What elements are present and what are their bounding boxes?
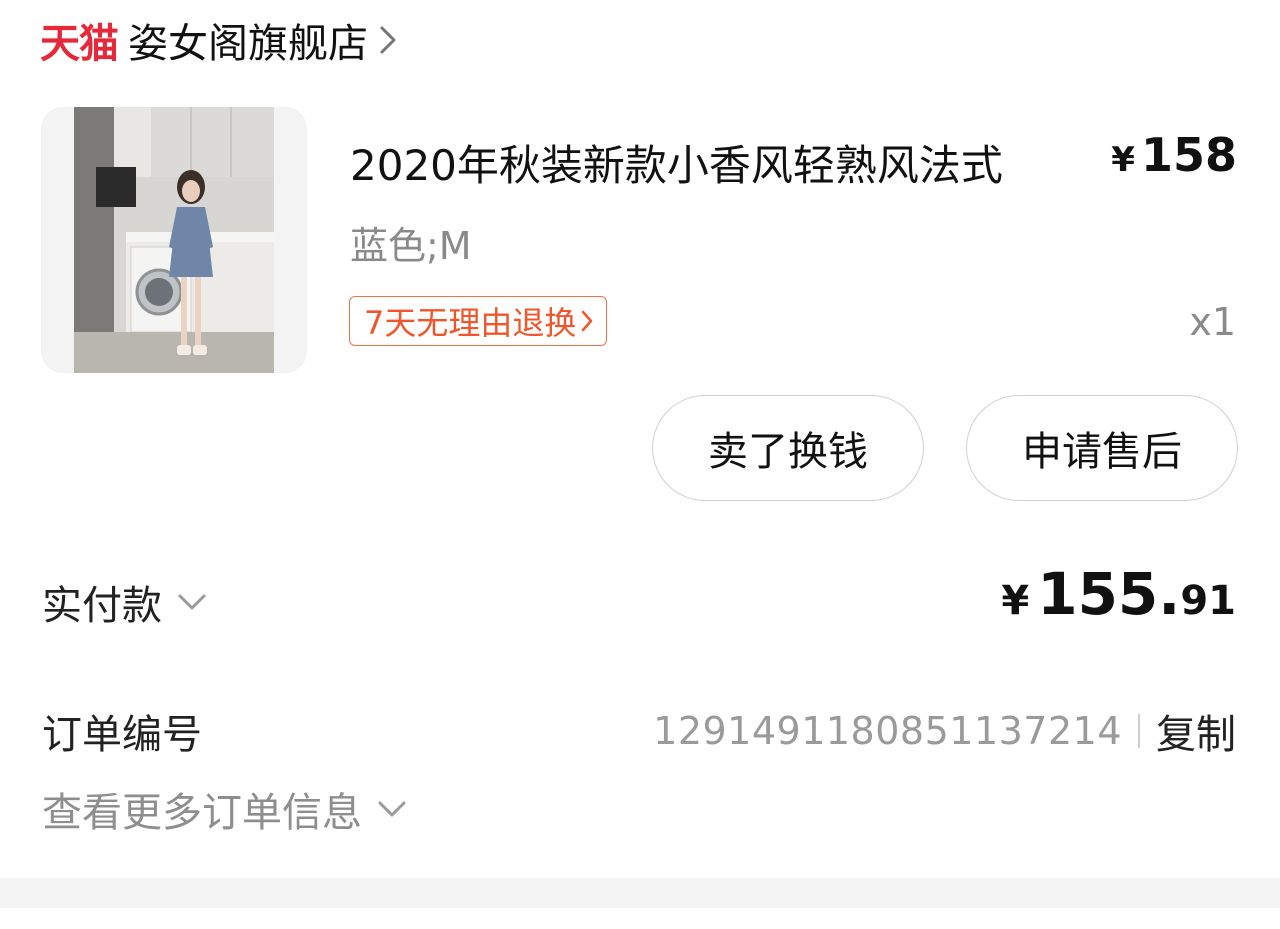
return-policy-tag[interactable]: 7天无理由退换	[349, 296, 608, 346]
paid-amount-toggle[interactable]: 实付款	[42, 573, 210, 631]
chevron-down-icon	[176, 587, 210, 617]
more-order-info-label: 查看更多订单信息	[42, 790, 362, 836]
section-separator	[0, 878, 1280, 908]
store-header[interactable]: 天猫 姿女阁旗舰店	[40, 10, 408, 70]
store-name[interactable]: 姿女阁旗舰店	[128, 11, 368, 69]
order-number: 1291491180851137214	[653, 709, 1122, 753]
tmall-logo: 天猫	[40, 21, 119, 67]
product-quantity: x1	[1189, 300, 1236, 344]
chevron-right-icon	[580, 309, 594, 333]
more-order-info-toggle[interactable]: 查看更多订单信息	[42, 780, 410, 838]
paid-currency: ¥	[1001, 578, 1030, 624]
copy-button[interactable]: 复制	[1156, 702, 1236, 760]
chevron-right-icon[interactable]	[378, 25, 408, 55]
sell-button[interactable]: 卖了换钱	[652, 395, 924, 501]
divider	[1138, 714, 1140, 748]
product-image[interactable]	[41, 107, 307, 373]
paid-label: 实付款	[42, 583, 162, 629]
product-sku: 蓝色;M	[350, 224, 472, 268]
paid-amount: ¥155.91	[1001, 560, 1236, 628]
return-policy-label: 7天无理由退换	[364, 304, 577, 342]
paid-amount-int: 155.	[1037, 560, 1181, 628]
after-sales-button[interactable]: 申请售后	[966, 395, 1238, 501]
product-title[interactable]: 2020年秋装新款小香风轻熟风法式	[350, 132, 1003, 193]
order-number-label: 订单编号	[42, 712, 202, 758]
paid-amount-dec: 91	[1180, 578, 1236, 624]
order-number-row: 1291491180851137214 复制	[653, 702, 1236, 760]
price-currency: ¥	[1111, 140, 1135, 180]
price-value: 158	[1140, 128, 1237, 182]
product-price: ¥158	[1111, 128, 1237, 182]
chevron-down-icon	[376, 794, 410, 824]
